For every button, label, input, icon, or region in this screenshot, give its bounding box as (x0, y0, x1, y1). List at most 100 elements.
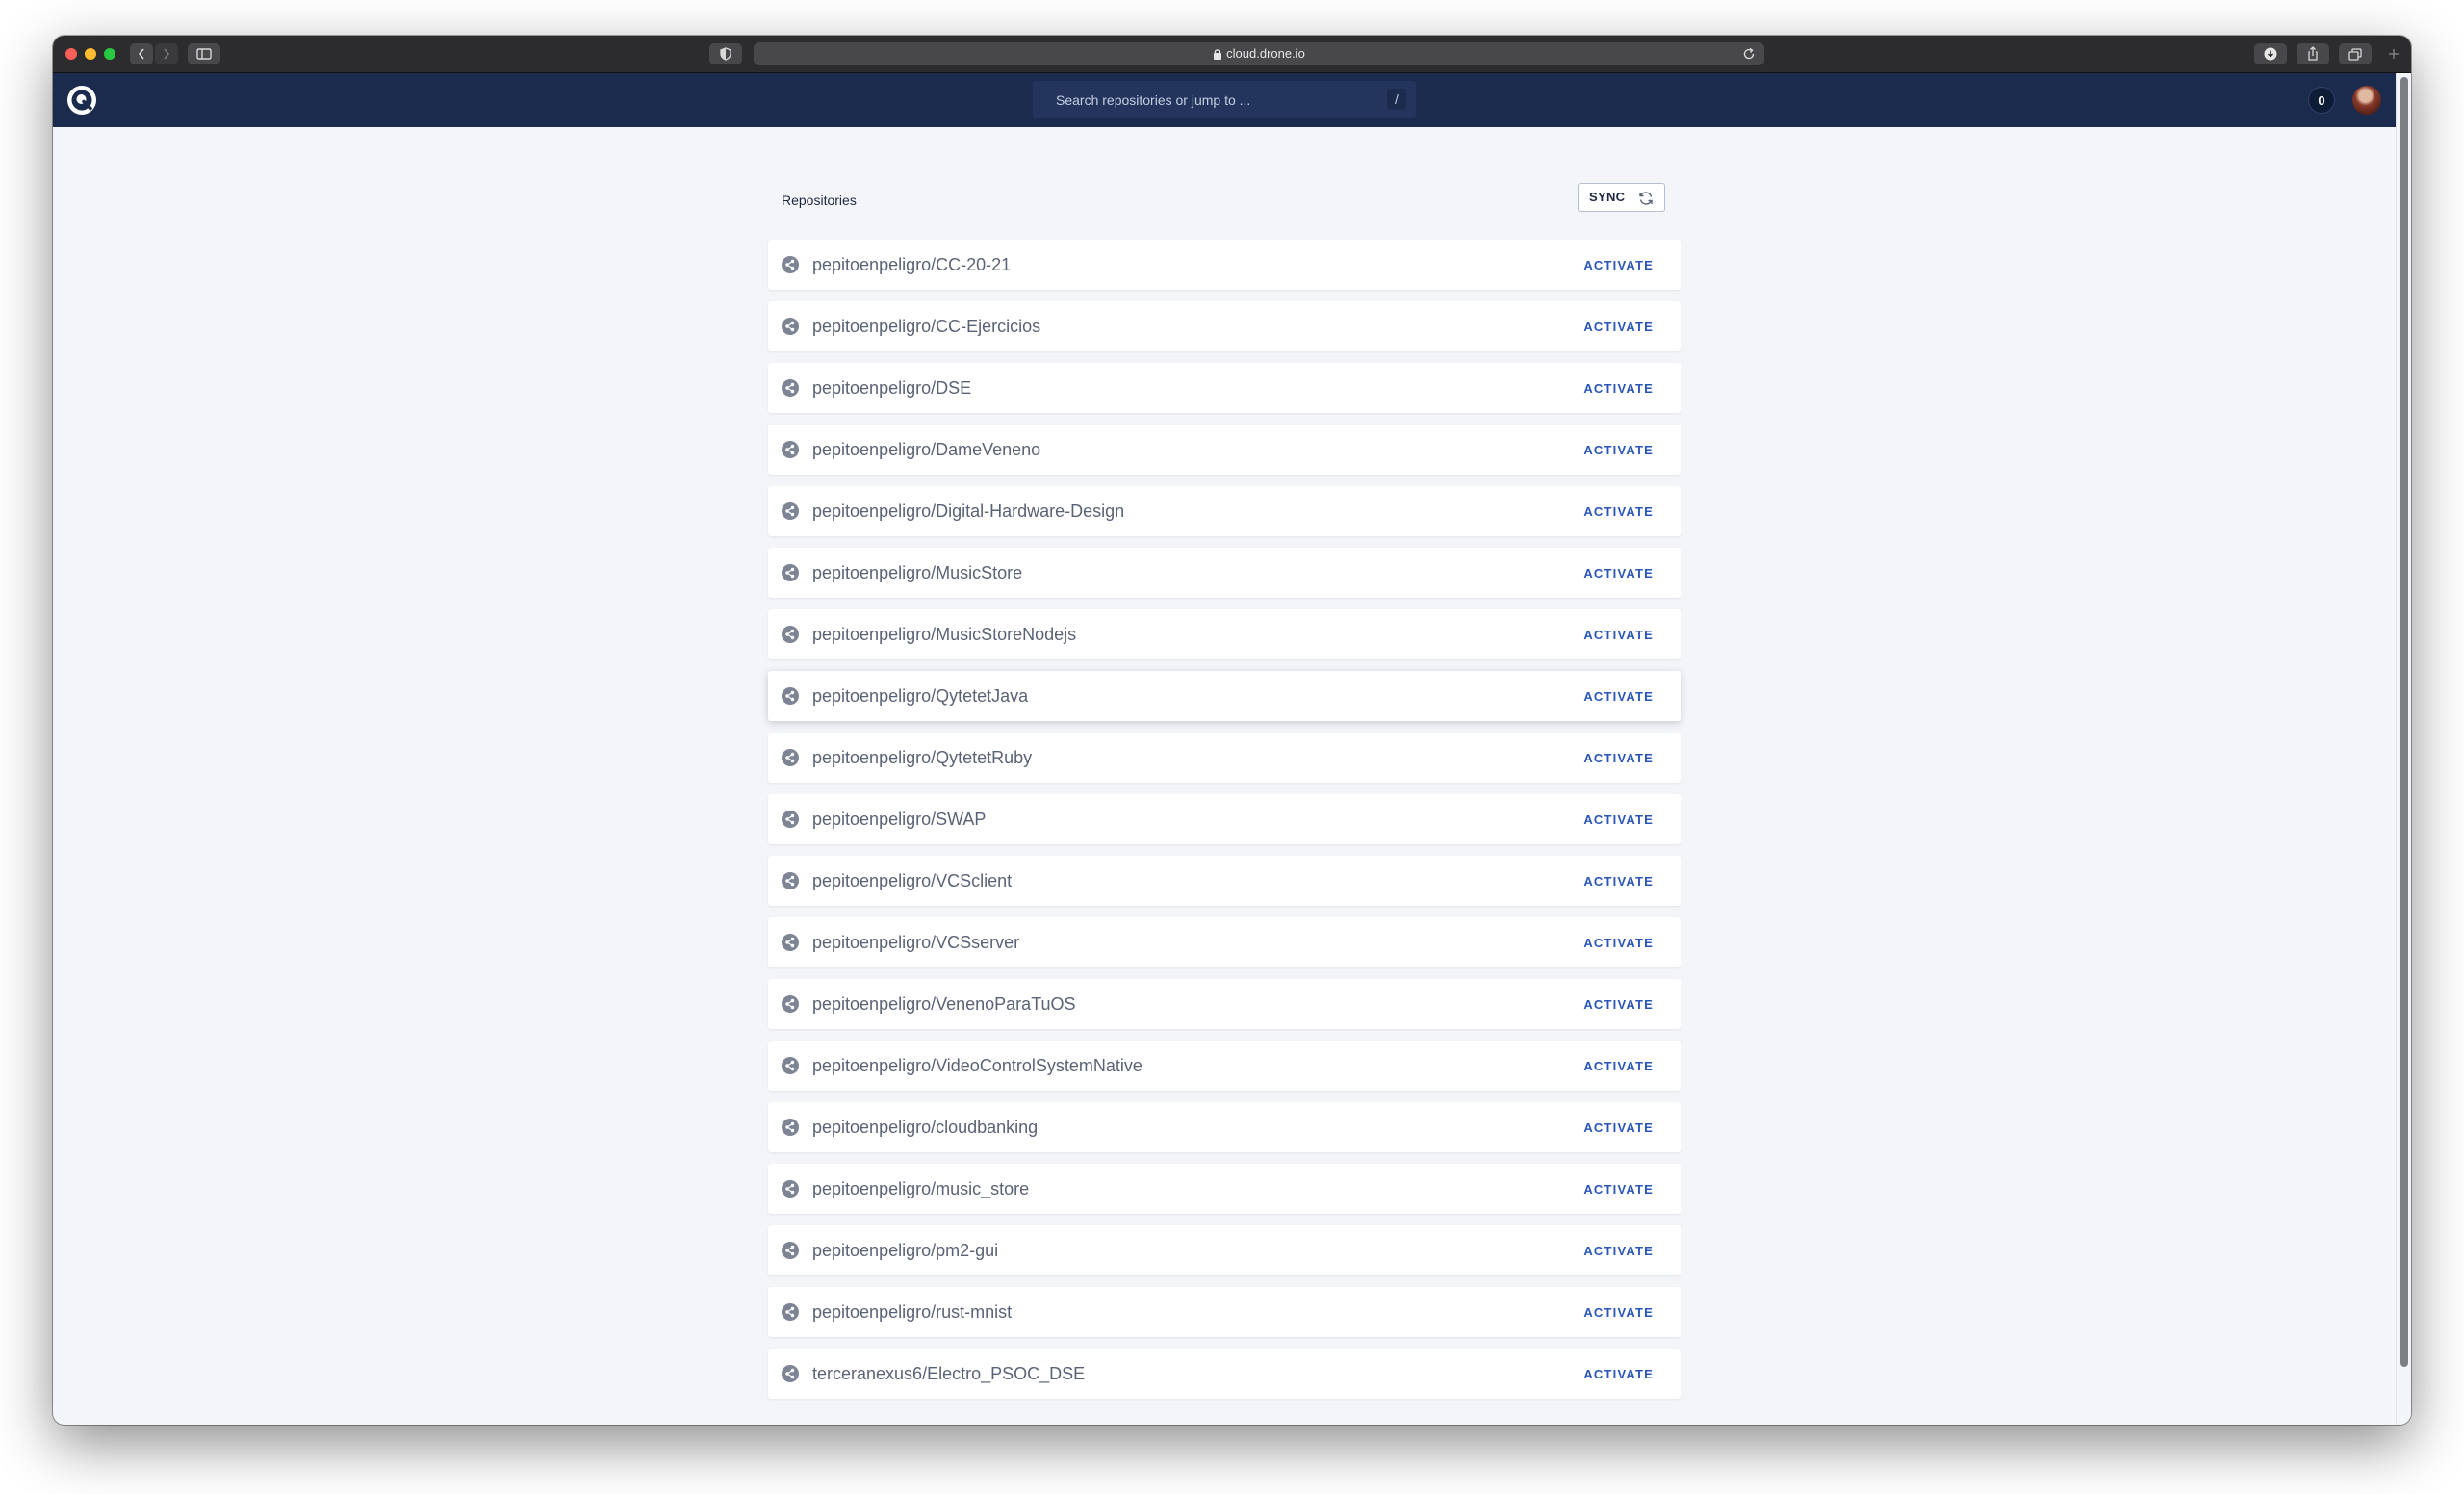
repo-row[interactable]: pepitoenpeligro/DSE ACTIVATE (768, 363, 1681, 413)
repo-name[interactable]: pepitoenpeligro/CC-20-21 (812, 255, 1011, 275)
drone-logo-icon[interactable] (66, 85, 97, 116)
repo-row[interactable]: pepitoenpeligro/CC-20-21 ACTIVATE (768, 240, 1681, 290)
repo-row[interactable]: terceranexus6/Electro_PSOC_DSE ACTIVATE (768, 1349, 1681, 1399)
repo-row[interactable]: pepitoenpeligro/VCSclient ACTIVATE (768, 856, 1681, 906)
repo-row[interactable]: pepitoenpeligro/VenenoParaTuOS ACTIVATE (768, 979, 1681, 1029)
repo-share-icon (782, 995, 799, 1013)
repo-name[interactable]: pepitoenpeligro/MusicStore (812, 563, 1022, 583)
reload-icon[interactable] (1741, 46, 1757, 69)
search-box[interactable]: / (1033, 81, 1416, 118)
activate-button[interactable]: ACTIVATE (1583, 689, 1654, 704)
repo-share-icon (782, 872, 799, 889)
repository-list: pepitoenpeligro/CC-20-21 ACTIVATE pepitoen… (768, 240, 1681, 1410)
activate-button[interactable]: ACTIVATE (1583, 997, 1654, 1012)
repo-share-icon (782, 1365, 799, 1382)
repo-name[interactable]: pepitoenpeligro/CC-Ejercicios (812, 317, 1040, 337)
activate-button[interactable]: ACTIVATE (1583, 874, 1654, 889)
repo-share-icon (782, 318, 799, 335)
repo-row[interactable]: pepitoenpeligro/VideoControlSystemNative… (768, 1041, 1681, 1091)
sync-label: SYNC (1589, 190, 1626, 204)
activate-button[interactable]: ACTIVATE (1583, 751, 1654, 765)
activate-button[interactable]: ACTIVATE (1583, 381, 1654, 396)
repo-name[interactable]: pepitoenpeligro/VideoControlSystemNative (812, 1056, 1142, 1076)
repo-row[interactable]: pepitoenpeligro/pm2-gui ACTIVATE (768, 1225, 1681, 1275)
repo-row[interactable]: pepitoenpeligro/MusicStore ACTIVATE (768, 548, 1681, 598)
activate-button[interactable]: ACTIVATE (1583, 504, 1654, 519)
minimize-window-button[interactable] (85, 48, 96, 60)
repo-row[interactable]: pepitoenpeligro/MusicStoreNodejs ACTIVATE (768, 609, 1681, 659)
repo-share-icon (782, 502, 799, 520)
page-scrollbar[interactable] (2396, 73, 2411, 1425)
repo-name[interactable]: pepitoenpeligro/cloudbanking (812, 1118, 1038, 1138)
repo-share-icon (782, 564, 799, 581)
repo-row[interactable]: pepitoenpeligro/QytetetRuby ACTIVATE (768, 733, 1681, 783)
close-window-button[interactable] (65, 48, 77, 60)
user-avatar[interactable] (2352, 86, 2381, 115)
forward-button[interactable] (155, 43, 178, 64)
repo-row[interactable]: pepitoenpeligro/QytetetJava ACTIVATE (768, 671, 1681, 721)
repo-name[interactable]: pepitoenpeligro/music_store (812, 1179, 1029, 1199)
new-tab-icon[interactable] (2381, 43, 2406, 64)
activate-button[interactable]: ACTIVATE (1583, 1182, 1654, 1197)
repo-name[interactable]: pepitoenpeligro/VCSclient (812, 871, 1012, 891)
app-header: / 0 (53, 73, 2396, 127)
share-icon[interactable] (2297, 43, 2329, 64)
repo-name[interactable]: pepitoenpeligro/rust-mnist (812, 1302, 1012, 1323)
sync-button[interactable]: SYNC (1578, 183, 1665, 212)
repo-name[interactable]: pepitoenpeligro/SWAP (812, 810, 986, 830)
zoom-window-button[interactable] (104, 48, 116, 60)
address-url: cloud.drone.io (1226, 46, 1305, 61)
repo-share-icon (782, 626, 799, 643)
activate-button[interactable]: ACTIVATE (1583, 628, 1654, 642)
repo-name[interactable]: pepitoenpeligro/Digital-Hardware-Design (812, 502, 1124, 522)
repo-row[interactable]: pepitoenpeligro/music_store ACTIVATE (768, 1164, 1681, 1214)
repo-row[interactable]: pepitoenpeligro/VCSserver ACTIVATE (768, 917, 1681, 967)
address-bar[interactable]: cloud.drone.io (754, 42, 1764, 65)
page-title: Repositories (782, 193, 857, 208)
repo-row[interactable]: pepitoenpeligro/SWAP ACTIVATE (768, 794, 1681, 844)
repo-row[interactable]: pepitoenpeligro/rust-mnist ACTIVATE (768, 1287, 1681, 1337)
repo-row[interactable]: pepitoenpeligro/cloudbanking ACTIVATE (768, 1102, 1681, 1152)
search-shortcut-key: / (1387, 89, 1406, 110)
privacy-shield-icon[interactable] (709, 43, 742, 64)
sync-icon (1637, 190, 1655, 207)
activate-button[interactable]: ACTIVATE (1583, 1120, 1654, 1135)
repo-name[interactable]: pepitoenpeligro/VenenoParaTuOS (812, 994, 1076, 1015)
repo-name[interactable]: pepitoenpeligro/QytetetRuby (812, 748, 1032, 768)
activate-button[interactable]: ACTIVATE (1583, 258, 1654, 272)
lock-icon (1213, 44, 1222, 67)
activate-button[interactable]: ACTIVATE (1583, 1305, 1654, 1320)
repo-share-icon (782, 256, 799, 273)
activate-button[interactable]: ACTIVATE (1583, 1367, 1654, 1381)
repo-row[interactable]: pepitoenpeligro/CC-Ejercicios ACTIVATE (768, 301, 1681, 351)
activate-button[interactable]: ACTIVATE (1583, 812, 1654, 827)
repo-name[interactable]: terceranexus6/Electro_PSOC_DSE (812, 1364, 1085, 1384)
repo-share-icon (782, 1057, 799, 1074)
repo-share-icon (782, 749, 799, 766)
repo-name[interactable]: pepitoenpeligro/pm2-gui (812, 1241, 998, 1261)
browser-window: cloud.drone.io / (53, 36, 2411, 1425)
downloads-icon[interactable] (2254, 43, 2287, 64)
repo-share-icon (782, 811, 799, 828)
activate-button[interactable]: ACTIVATE (1583, 1244, 1654, 1258)
repo-name[interactable]: pepitoenpeligro/VCSserver (812, 933, 1019, 953)
activate-button[interactable]: ACTIVATE (1583, 936, 1654, 950)
search-input[interactable] (1056, 90, 1364, 110)
notification-count-badge[interactable]: 0 (2308, 87, 2335, 114)
repo-row[interactable]: pepitoenpeligro/Digital-Hardware-Design A… (768, 486, 1681, 536)
sidebar-toggle-icon[interactable] (188, 43, 220, 64)
scrollbar-thumb[interactable] (2400, 77, 2408, 1367)
tabs-overview-icon[interactable] (2339, 43, 2372, 64)
activate-button[interactable]: ACTIVATE (1583, 443, 1654, 457)
repo-name[interactable]: pepitoenpeligro/DameVeneno (812, 440, 1040, 460)
repo-share-icon (782, 934, 799, 951)
repo-share-icon (782, 379, 799, 397)
activate-button[interactable]: ACTIVATE (1583, 320, 1654, 334)
back-button[interactable] (130, 43, 153, 64)
activate-button[interactable]: ACTIVATE (1583, 1059, 1654, 1073)
repo-row[interactable]: pepitoenpeligro/DameVeneno ACTIVATE (768, 425, 1681, 475)
repo-name[interactable]: pepitoenpeligro/MusicStoreNodejs (812, 625, 1076, 645)
repo-name[interactable]: pepitoenpeligro/QytetetJava (812, 686, 1028, 707)
repo-name[interactable]: pepitoenpeligro/DSE (812, 378, 971, 399)
activate-button[interactable]: ACTIVATE (1583, 566, 1654, 580)
